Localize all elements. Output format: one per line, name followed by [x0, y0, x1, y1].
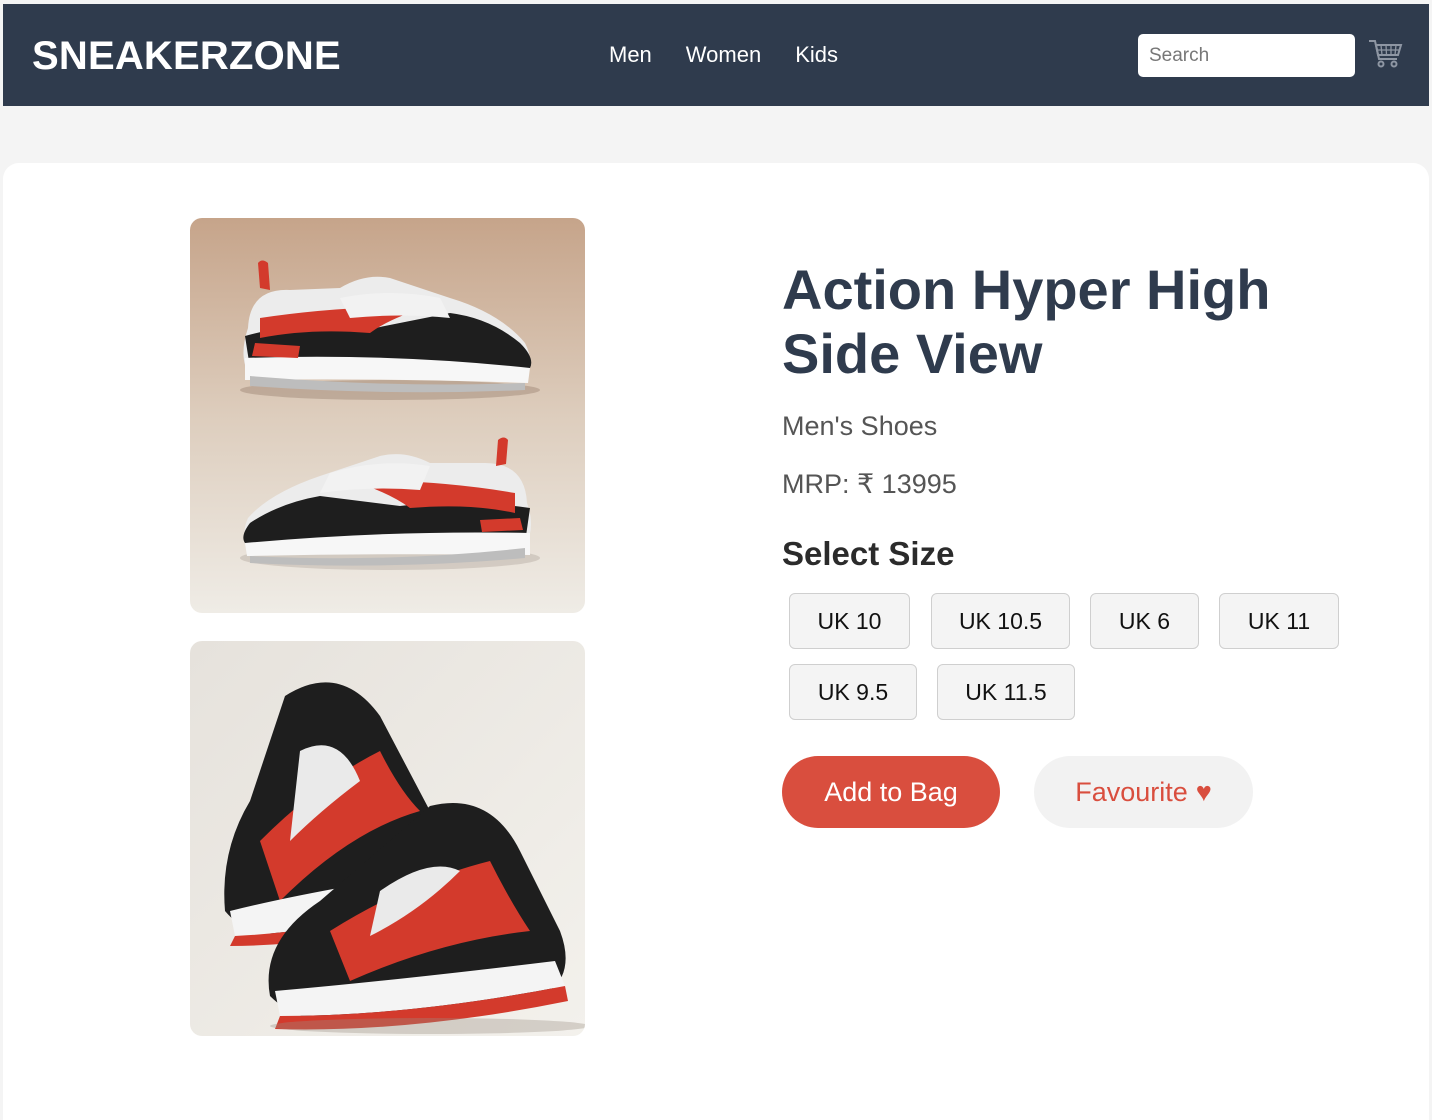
product-image-pair-view[interactable]	[190, 641, 585, 1036]
brand-logo[interactable]: SNEAKERZONE	[32, 34, 341, 79]
favourite-label: Favourite	[1075, 776, 1188, 807]
top-navigation-bar: SNEAKERZONE Men Women Kids	[3, 4, 1429, 106]
size-option-uk-11[interactable]: UK 11	[1219, 593, 1339, 649]
size-heading: Select Size	[782, 535, 955, 572]
product-card: Action Hyper High Side View Men's Shoes …	[3, 163, 1429, 1120]
nav-link-kids[interactable]: Kids	[795, 42, 838, 68]
search-input[interactable]	[1138, 34, 1355, 77]
cart-icon[interactable]	[1367, 35, 1403, 71]
nav-link-women[interactable]: Women	[686, 42, 761, 68]
size-option-uk-9-5[interactable]: UK 9.5	[789, 664, 917, 720]
add-to-bag-button[interactable]: Add to Bag	[782, 756, 1000, 828]
favourite-button[interactable]: Favourite ♥	[1034, 756, 1253, 828]
size-option-uk-10-5[interactable]: UK 10.5	[931, 593, 1070, 649]
nav-link-men[interactable]: Men	[609, 42, 652, 68]
size-option-uk-6[interactable]: UK 6	[1090, 593, 1199, 649]
heart-icon: ♥	[1195, 776, 1212, 807]
size-option-uk-11-5[interactable]: UK 11.5	[937, 664, 1075, 720]
size-option-uk-10[interactable]: UK 10	[789, 593, 910, 649]
product-title: Action Hyper High Side View	[782, 258, 1271, 385]
product-category: Men's Shoes	[782, 411, 938, 441]
product-price: MRP: ₹ 13995	[782, 469, 957, 499]
main-nav: Men Women Kids	[609, 42, 872, 68]
product-image-side-view[interactable]	[190, 218, 585, 613]
